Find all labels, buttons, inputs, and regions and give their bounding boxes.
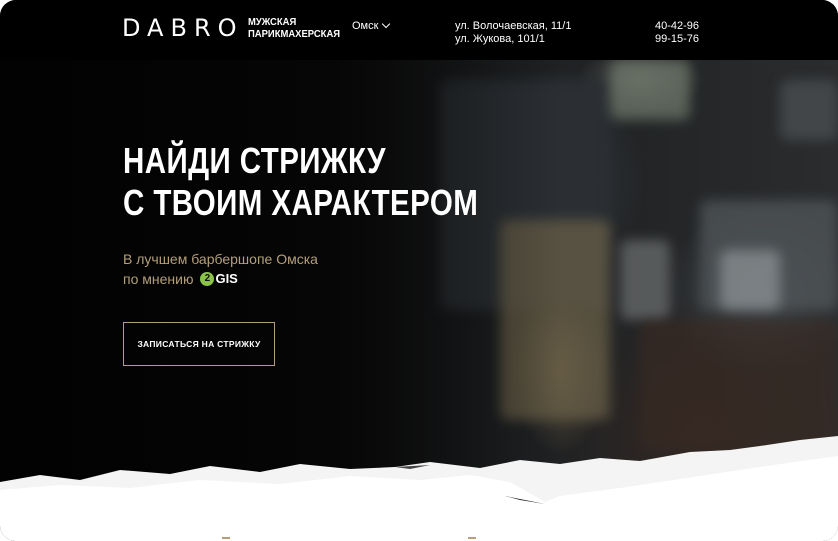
background-bottle (620, 240, 670, 320)
address-item: ул. Жукова, 101/1 (455, 33, 545, 45)
hero-subtitle-text: по мнению (123, 271, 194, 287)
logo-tagline: МУЖСКАЯ ПАРИКМАХЕРСКАЯ (248, 16, 340, 40)
hero-headline-line1: НАЙДИ СТРИЖКУ (123, 140, 386, 181)
city-selector[interactable]: Омск (352, 19, 391, 32)
logo-tagline-line2: ПАРИКМАХЕРСКАЯ (247, 28, 340, 40)
phone-link[interactable]: 99-15-76 (655, 33, 699, 46)
hero-subtitle-line2: по мнению 2 GIS (123, 269, 318, 289)
slider-marker (222, 537, 230, 539)
addresses: ул. Волочаевская, 11/1 ул. Жукова, 101/1 (455, 20, 571, 46)
hero-subtitle-line1: В лучшем барбершопе Омска (123, 251, 318, 267)
logo-tagline-line1: МУЖСКАЯ (247, 16, 296, 28)
hero-headline: НАЙДИ СТРИЖКУ С ТВОИМ ХАРАКТЕРОМ (123, 140, 478, 224)
phone-link[interactable]: 40-42-96 (655, 20, 699, 33)
book-haircut-button[interactable]: ЗАПИСАТЬСЯ НА СТРИЖКУ (123, 322, 275, 366)
slider-marker (468, 537, 476, 539)
chevron-down-icon (382, 19, 391, 29)
background-wall (780, 80, 838, 140)
page: DABRO МУЖСКАЯ ПАРИКМАХЕРСКАЯ Омск ул. Во… (0, 0, 838, 541)
background-lamp (610, 60, 690, 120)
address-item: ул. Волочаевская, 11/1 (455, 20, 572, 32)
2gis-logo-text: GIS (215, 271, 238, 286)
2gis-logo-mark: 2 (200, 272, 215, 286)
background-bottle (720, 250, 780, 310)
logo[interactable]: DABRO МУЖСКАЯ ПАРИКМАХЕРСКАЯ (122, 15, 350, 41)
torn-paper-divider (0, 436, 838, 541)
city-label: Омск (352, 20, 379, 32)
phone-numbers: 40-42-96 99-15-76 (655, 20, 699, 46)
hero-headline-line2: С ТВОИМ ХАРАКТЕРОМ (123, 182, 479, 223)
2gis-logo-icon: 2 GIS (200, 269, 238, 289)
hero-subtitle: В лучшем барбершопе Омска по мнению 2 GI… (123, 249, 318, 289)
site-header: DABRO МУЖСКАЯ ПАРИКМАХЕРСКАЯ Омск ул. Во… (0, 0, 838, 60)
logo-mark: DABRO (122, 14, 244, 42)
